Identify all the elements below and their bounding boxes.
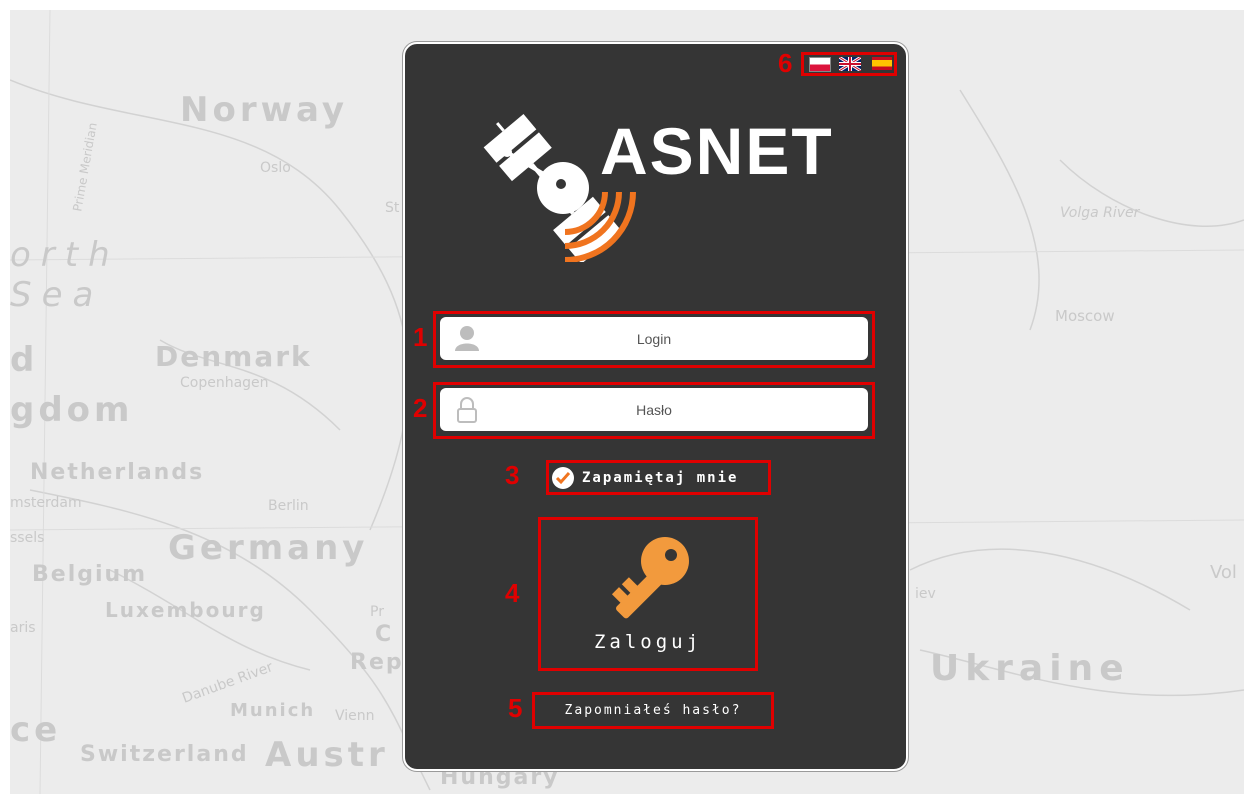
annotation-number-6: 6 [778,48,793,78]
highlight-box-languages [801,52,897,76]
map-label-rep: Rep [350,650,404,675]
map-label-netherlands: Netherlands [30,460,205,485]
map-label-oslo: Oslo [260,160,291,176]
annotation-number-4: 4 [505,578,520,608]
map-label-sea: Sea [10,275,104,315]
map-label-vienna: Vienn [335,708,375,724]
map-label-uk-part1: d [10,340,39,380]
map-label-volga: Volga River [1060,205,1140,221]
map-label-c: C [375,622,394,647]
map-label-kiev: iev [915,586,936,602]
map-label-uk-part2: gdom [10,390,134,430]
map-label-luxembourg: Luxembourg [105,598,266,622]
asnet-logo: ASNET [483,114,834,262]
highlight-box-login [433,311,875,368]
annotation-number-1: 1 [413,322,428,352]
map-label-switzerland: Switzerland [80,742,249,767]
map-label-denmark: Denmark [155,340,312,373]
map-label-germany: Germany [168,528,369,568]
map-label-paris: aris [10,620,36,636]
annotation-number-2: 2 [413,393,428,423]
map-label-berlin: Berlin [268,498,309,514]
map-label-norway: Norway [180,90,349,130]
annotation-number-5: 5 [508,693,523,723]
annotation-number-3: 3 [505,460,520,490]
highlight-box-remember [546,460,771,495]
map-label-austria: Austr [265,735,389,775]
map-label-moscow: Moscow [1055,307,1115,325]
map-label-amsterdam: msterdam [10,495,82,511]
map-label-belgium: Belgium [32,562,148,587]
map-label-pr: Pr [370,604,384,620]
map-label-st: St [385,200,400,216]
highlight-box-password [433,382,875,439]
map-label-copenhagen: Copenhagen [180,375,269,391]
map-label-ukraine: Ukraine [930,648,1130,689]
highlight-box-submit [538,517,758,671]
map-label-munich: Munich [230,700,316,721]
map-label-brussels: ssels [10,530,45,546]
logo-text: ASNET [600,114,834,188]
map-label-vol: Vol [1210,562,1237,583]
map-label-france: ce [10,710,62,750]
highlight-box-forgot [532,692,774,729]
map-label-north: orth [10,235,120,275]
